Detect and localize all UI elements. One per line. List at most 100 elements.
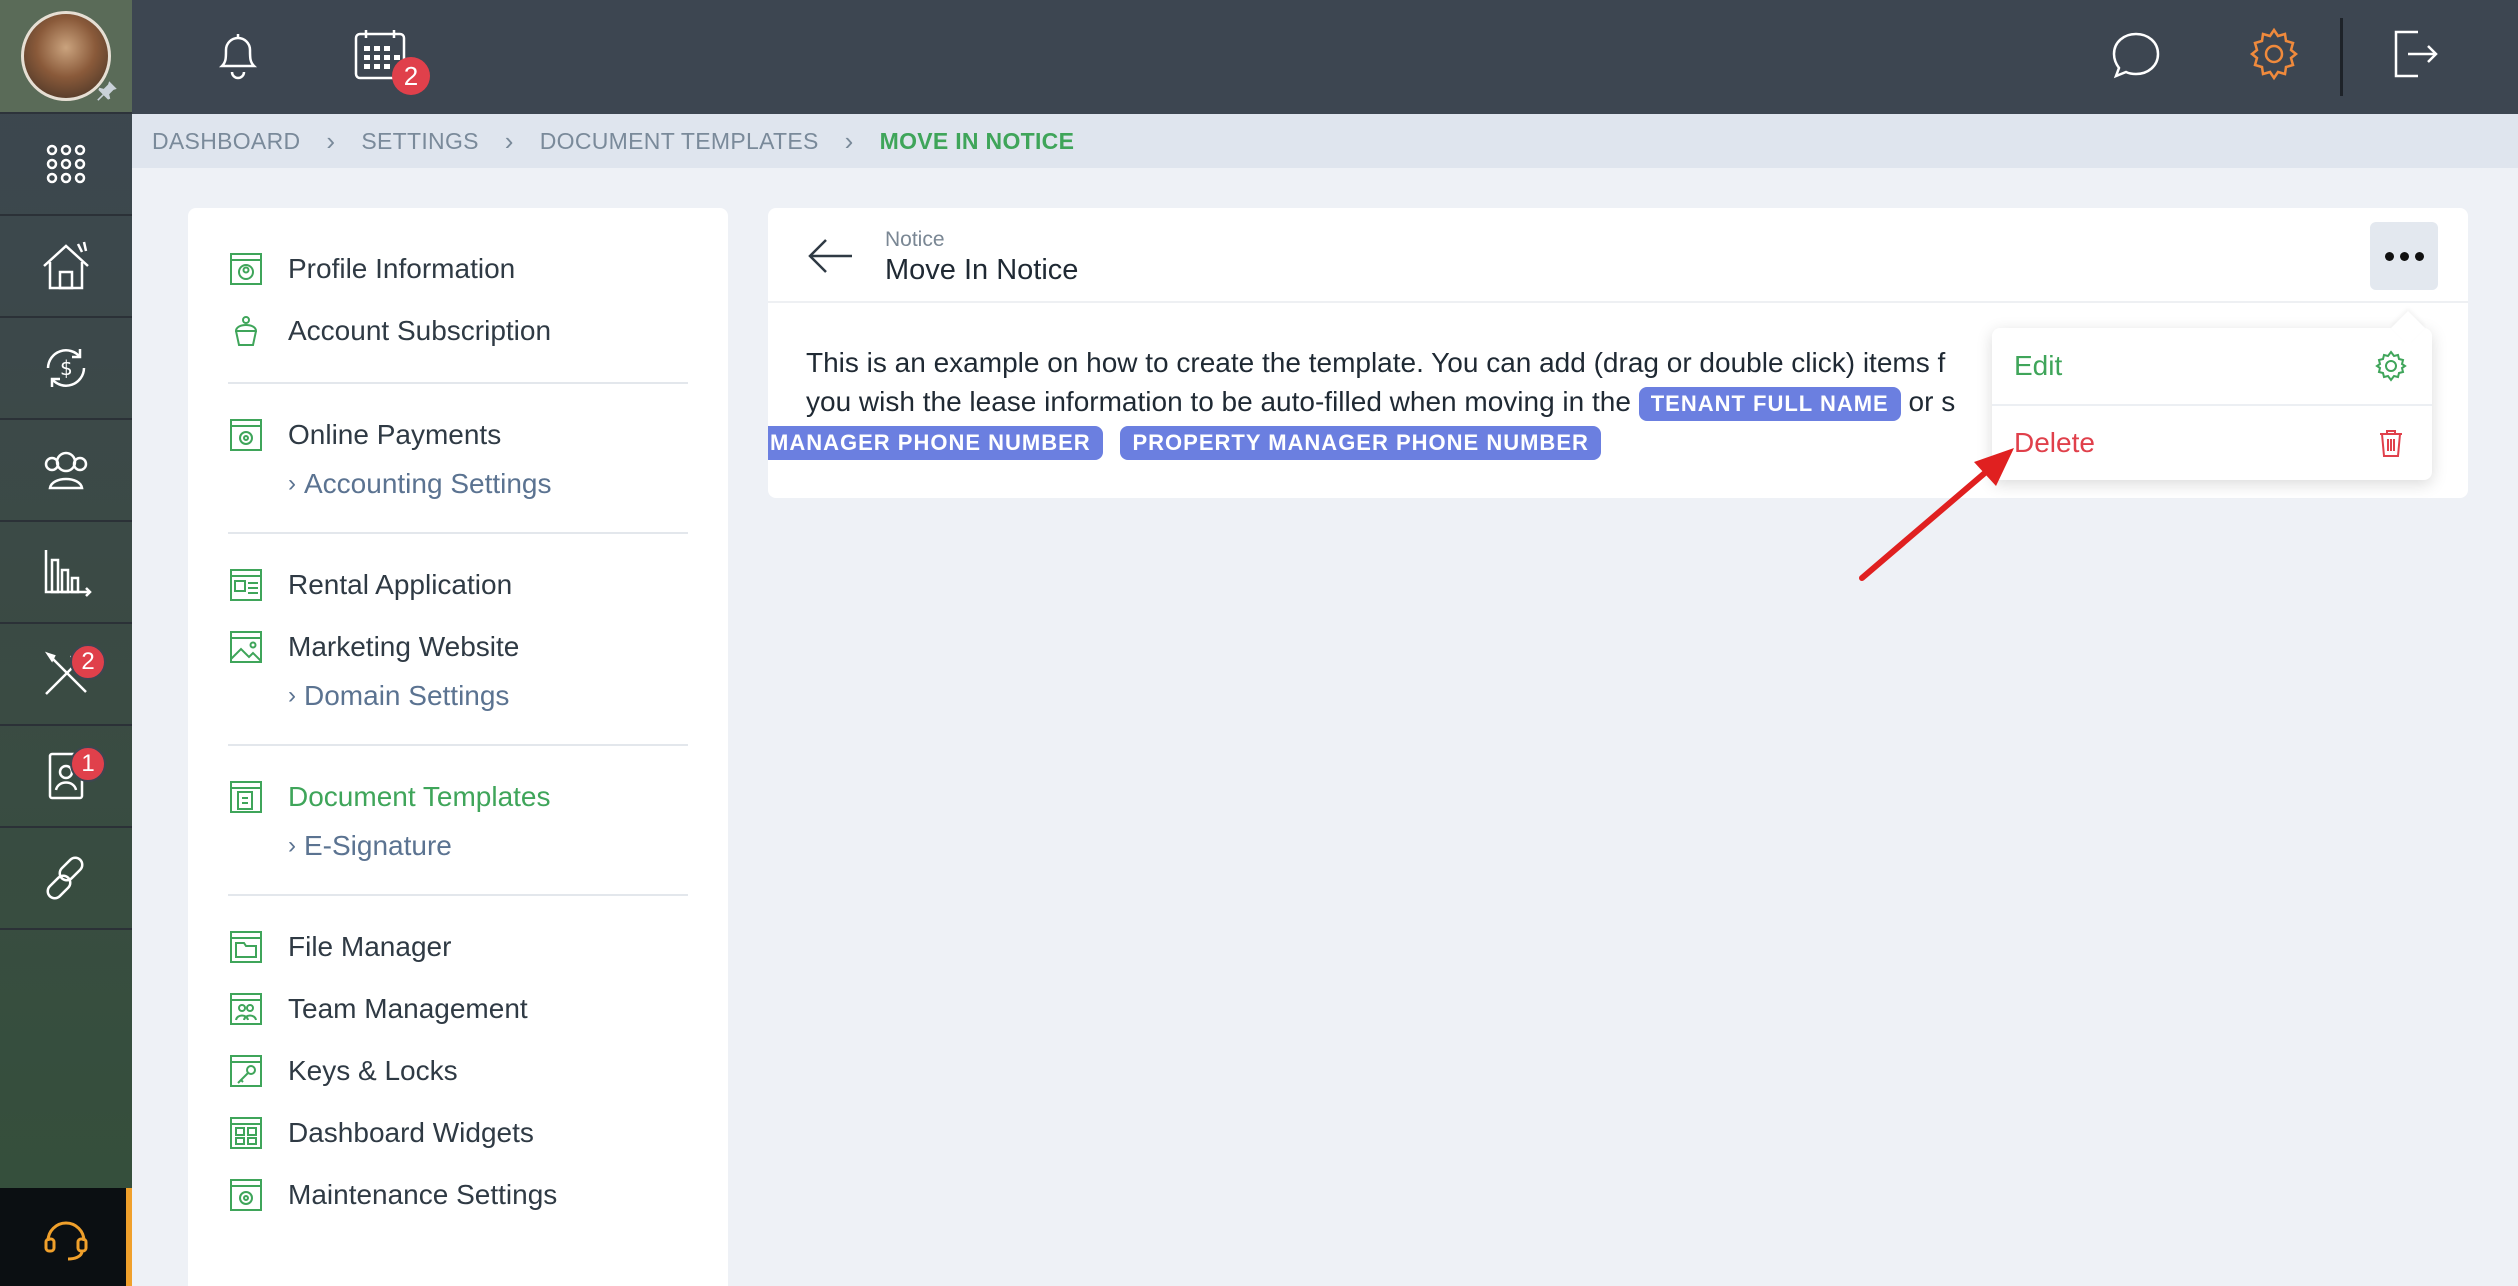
menu-dashboard-widgets[interactable]: Dashboard Widgets xyxy=(228,1102,688,1164)
breadcrumb-dashboard[interactable]: DASHBOARD xyxy=(152,128,300,155)
settings-menu: Profile Information Account Subscription… xyxy=(188,208,728,1286)
chat-icon[interactable] xyxy=(2104,24,2164,84)
menu-label: Online Payments xyxy=(288,419,502,450)
template-body[interactable]: This is an example on how to create the … xyxy=(768,303,2118,460)
document-template-icon xyxy=(230,781,262,813)
people-icon xyxy=(44,451,88,490)
sidebar-item-apps[interactable] xyxy=(0,114,132,216)
headset-icon xyxy=(44,1221,88,1261)
folder-icon xyxy=(230,931,262,963)
menu-keys-locks[interactable]: Keys & Locks xyxy=(228,1040,688,1102)
menu-group-account: Profile Information Account Subscription xyxy=(228,238,688,384)
dot-icon xyxy=(2414,251,2424,261)
menu-file-manager[interactable]: File Manager xyxy=(228,916,688,978)
gear-icon[interactable] xyxy=(2244,24,2304,84)
template-title: Move In Notice xyxy=(885,254,1079,286)
sidebar-item-payments[interactable]: $ xyxy=(0,318,132,420)
top-header: 2 xyxy=(132,0,2518,114)
chevron-right-icon: › xyxy=(288,832,296,859)
contacts-badge: 1 xyxy=(70,746,106,782)
money-cycle-icon: $ xyxy=(46,349,86,387)
menu-profile-information[interactable]: Profile Information xyxy=(228,238,688,300)
template-header: Notice Move In Notice xyxy=(768,208,2468,303)
menu-label: Account Subscription xyxy=(288,315,552,346)
bar-chart-icon xyxy=(44,550,92,597)
back-arrow-icon[interactable] xyxy=(806,236,854,276)
menu-online-payments[interactable]: Online Payments xyxy=(228,404,688,466)
submenu-domain-settings[interactable]: › Domain Settings xyxy=(228,674,688,718)
breadcrumb-current: MOVE IN NOTICE xyxy=(879,127,1075,154)
link-icon xyxy=(46,856,84,900)
menu-label: Dashboard Widgets xyxy=(288,1117,534,1148)
sidebar-item-links[interactable] xyxy=(0,828,132,930)
chevron-right-icon: › xyxy=(288,470,296,497)
chevron-right-icon: › xyxy=(844,125,854,156)
menu-label: Marketing Website xyxy=(288,631,520,662)
chevron-right-icon: › xyxy=(288,682,296,709)
sidebar-item-properties[interactable] xyxy=(0,216,132,318)
edit-menu-item[interactable]: Edit xyxy=(1992,328,2432,404)
annotation-arrow-icon xyxy=(1859,448,2014,581)
sidebar-item-contacts[interactable] xyxy=(0,420,132,522)
menu-group-documents: Document Templates › E-Signature xyxy=(228,766,688,896)
menu-group-other: File Manager Team Management Keys & Lock… xyxy=(228,916,688,1226)
grid-icon xyxy=(46,144,86,184)
support-button[interactable] xyxy=(0,1188,132,1286)
tools-badge: 2 xyxy=(70,644,106,680)
menu-label: Document Templates xyxy=(288,781,551,812)
sidebar-item-tenants[interactable]: 1 xyxy=(0,726,132,828)
more-options-button[interactable] xyxy=(2370,222,2438,290)
dot-icon xyxy=(2384,251,2394,261)
menu-document-templates[interactable]: Document Templates xyxy=(228,766,688,828)
menu-group-payments: Online Payments › Accounting Settings xyxy=(228,404,688,534)
sidebar-item-maintenance[interactable]: 2 xyxy=(0,624,132,726)
menu-label: Profile Information xyxy=(288,253,516,284)
chevron-right-icon: › xyxy=(326,125,336,156)
maintenance-settings-icon xyxy=(230,1179,262,1211)
submenu-accounting-settings[interactable]: › Accounting Settings xyxy=(228,462,688,506)
menu-label: Maintenance Settings xyxy=(288,1179,558,1210)
submenu-label: Accounting Settings xyxy=(304,468,552,499)
menu-marketing-website[interactable]: Marketing Website xyxy=(228,616,688,678)
body-line-2: you wish the lease information to be aut… xyxy=(806,382,2080,421)
delete-menu-item[interactable]: Delete xyxy=(1992,404,2432,480)
submenu-e-signature[interactable]: › E-Signature xyxy=(228,824,688,868)
sidebar-item-reports[interactable] xyxy=(0,522,132,624)
submenu-label: Domain Settings xyxy=(304,680,510,711)
dot-icon xyxy=(2399,251,2409,261)
breadcrumb-document-templates[interactable]: DOCUMENT TEMPLATES xyxy=(540,128,819,155)
submenu-label: E-Signature xyxy=(304,830,452,861)
edit-label: Edit xyxy=(2014,350,2063,381)
trash-icon xyxy=(2380,430,2402,457)
body-line-1: This is an example on how to create the … xyxy=(806,347,1946,378)
bell-icon[interactable] xyxy=(208,24,268,84)
chevron-right-icon: › xyxy=(504,125,514,156)
image-icon xyxy=(230,631,262,663)
menu-account-subscription[interactable]: Account Subscription xyxy=(228,300,688,362)
widgets-icon xyxy=(230,1117,262,1149)
header-divider xyxy=(2340,18,2343,96)
menu-group-marketing: Rental Application Marketing Website › D… xyxy=(228,554,688,746)
placeholder-tag[interactable]: MANAGER PHONE NUMBER xyxy=(768,426,1103,460)
payments-settings-icon xyxy=(230,419,262,451)
menu-maintenance-settings[interactable]: Maintenance Settings xyxy=(228,1164,688,1226)
body-text: or s xyxy=(1908,386,1956,417)
breadcrumb: DASHBOARD › SETTINGS › DOCUMENT TEMPLATE… xyxy=(132,114,2518,168)
menu-team-management[interactable]: Team Management xyxy=(228,978,688,1040)
placeholder-tag[interactable]: PROPERTY MANAGER PHONE NUMBER xyxy=(1120,426,1601,460)
house-icon xyxy=(43,241,89,290)
key-icon xyxy=(230,1055,262,1087)
logout-icon[interactable] xyxy=(2384,24,2444,84)
breadcrumb-settings[interactable]: SETTINGS xyxy=(361,128,478,155)
menu-rental-application[interactable]: Rental Application xyxy=(228,554,688,616)
menu-label: Team Management xyxy=(288,993,528,1024)
team-icon xyxy=(230,993,262,1025)
svg-text:$: $ xyxy=(60,356,73,380)
placeholder-tag[interactable]: TENANT FULL NAME xyxy=(1638,387,1901,421)
profile-icon xyxy=(230,253,262,285)
pin-icon[interactable] xyxy=(94,78,120,104)
more-options-dropdown: Edit Delete xyxy=(1992,328,2432,480)
menu-label: Rental Application xyxy=(288,569,513,600)
template-type: Notice xyxy=(885,228,945,251)
user-avatar-area[interactable] xyxy=(0,0,132,114)
